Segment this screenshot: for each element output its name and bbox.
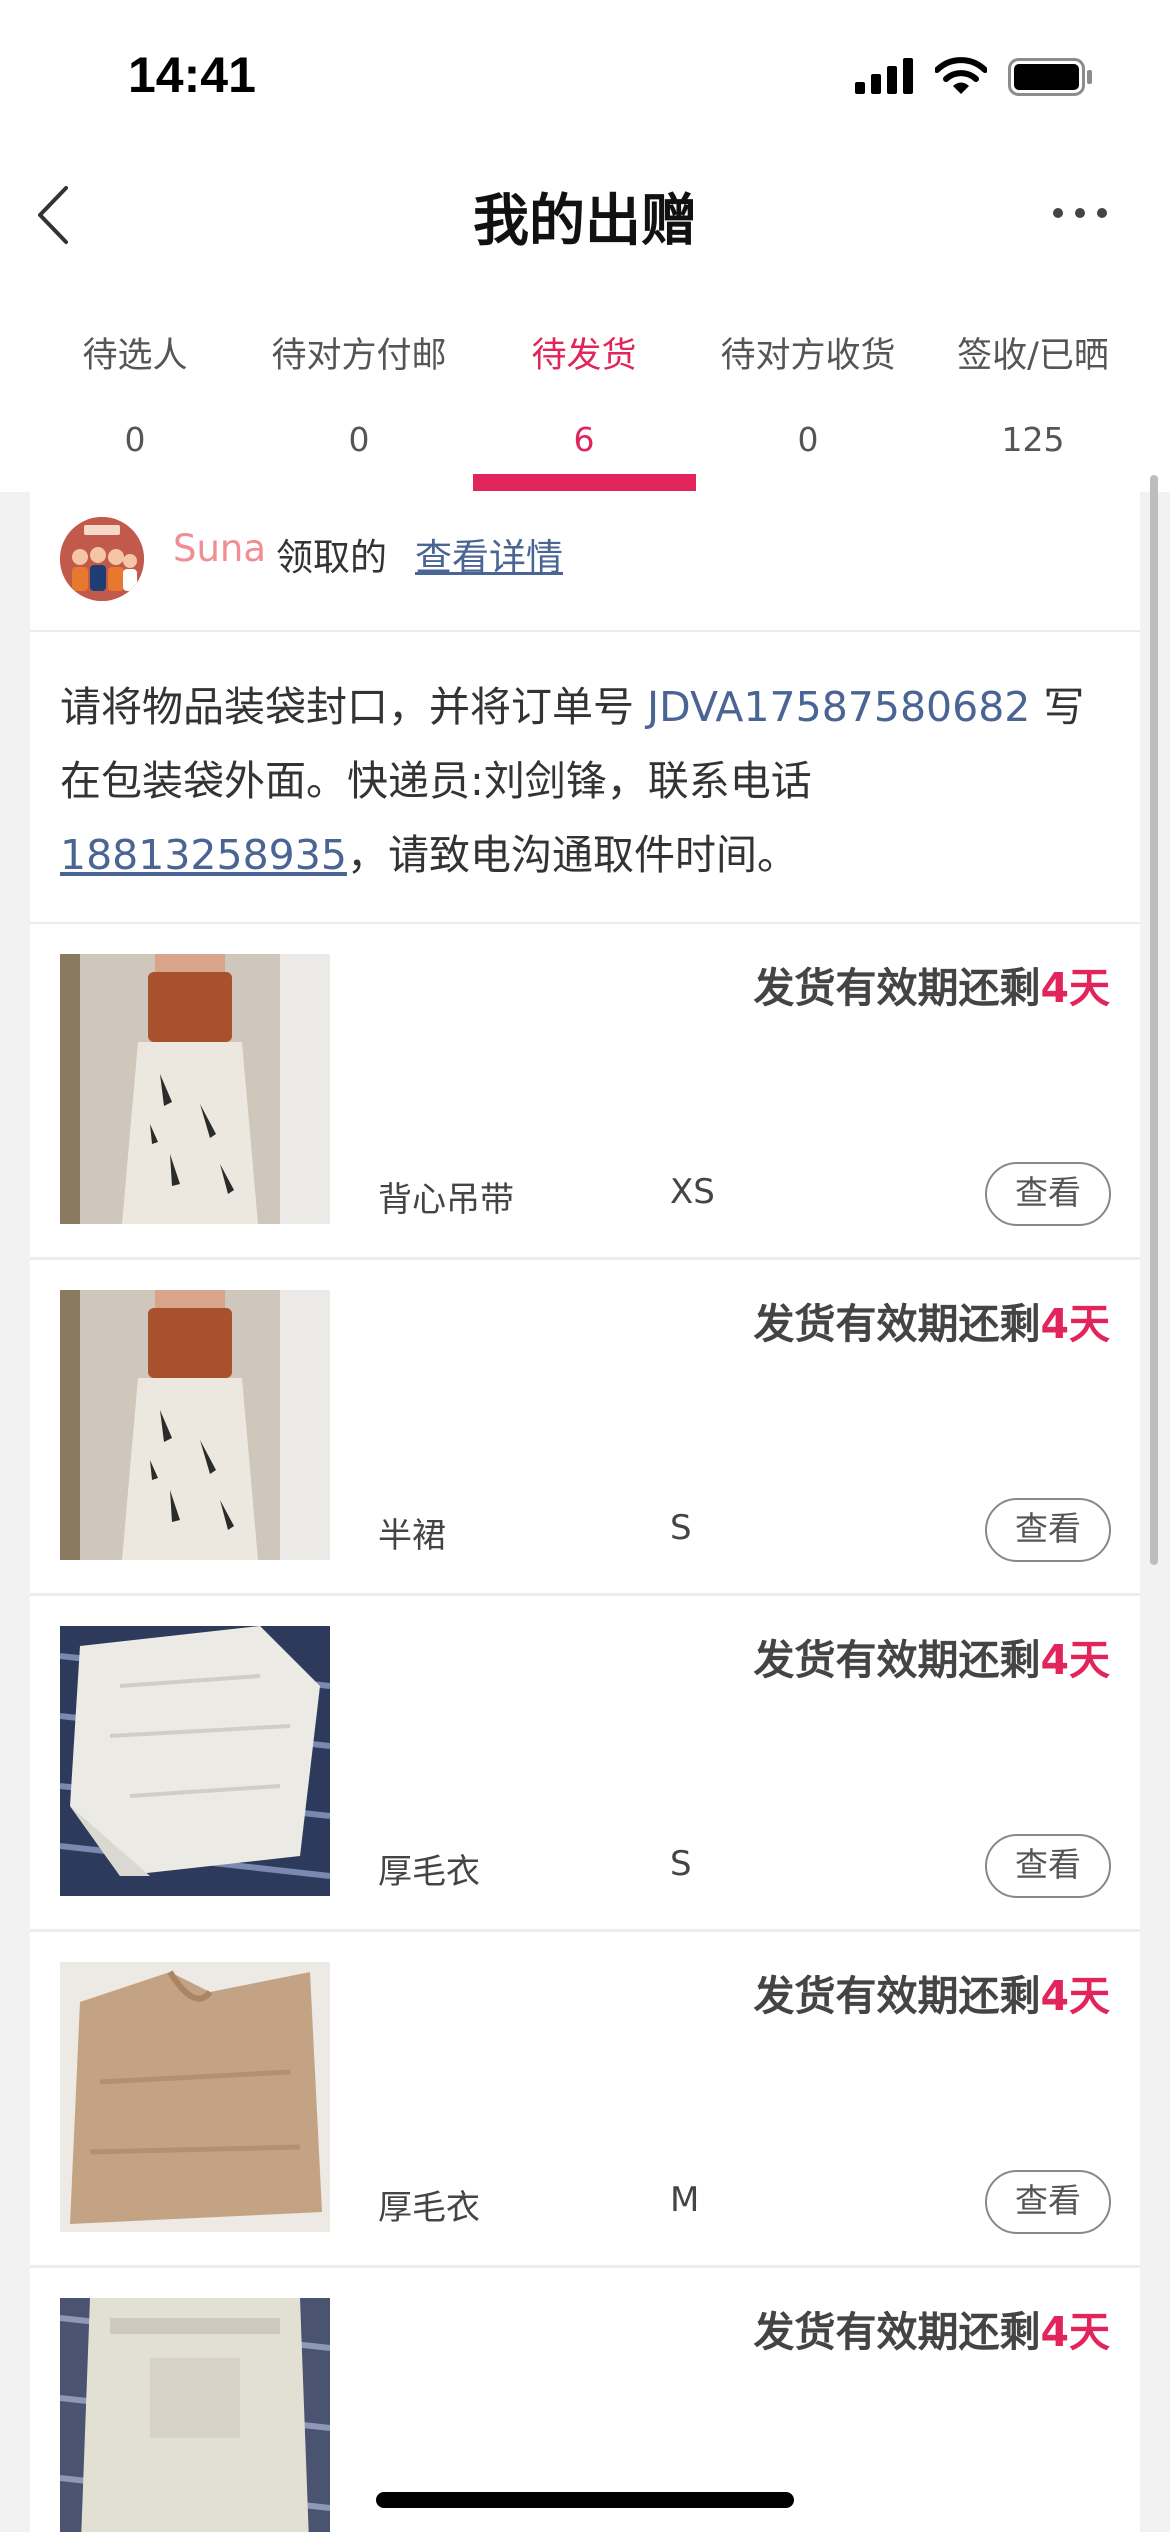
- tab-count: 0: [348, 420, 370, 459]
- item-size: M: [670, 2180, 700, 2220]
- tab-pending-select[interactable]: 待选人 0: [25, 328, 245, 468]
- list-item: 发货有效期还剩4天 半裙 S 查看: [30, 1260, 1140, 1596]
- shipping-deadline: 发货有效期还剩4天: [753, 1962, 1110, 2022]
- claimer-row: Suna 领取的 查看详情: [30, 492, 1140, 632]
- deadline-label: 发货有效期还剩: [753, 2308, 1041, 2356]
- home-indicator: [376, 2492, 794, 2508]
- active-tab-indicator: [473, 474, 696, 491]
- status-bar: 14:41: [0, 0, 1170, 150]
- item-photo[interactable]: [60, 954, 330, 1224]
- status-time: 14:41: [128, 47, 256, 103]
- deadline-label: 发货有效期还剩: [753, 1972, 1041, 2020]
- tab-received[interactable]: 签收/已晒 125: [923, 328, 1143, 468]
- claimer-suffix: 领取的: [276, 536, 387, 579]
- item-name: 厚毛衣: [378, 1852, 480, 1892]
- item-size: S: [670, 1844, 692, 1884]
- instruction-text: 请将物品装袋封口，并将订单号: [60, 683, 648, 731]
- tab-label: 待对方付邮: [271, 336, 447, 376]
- list-item: 发货有效期还剩4天 厚毛衣 S 查看: [30, 1596, 1140, 1932]
- scrollbar[interactable]: [1150, 475, 1158, 1565]
- tab-pending-postage[interactable]: 待对方付邮 0: [249, 328, 469, 468]
- tab-count: 0: [797, 420, 819, 459]
- more-icon[interactable]: [1050, 198, 1110, 228]
- list-item: 发货有效期还剩4天 背心吊带 XS 查看: [30, 924, 1140, 1260]
- tab-pending-shipment[interactable]: 待发货 6: [474, 328, 694, 468]
- item-name: 半裙: [378, 1516, 446, 1556]
- item-name: 背心吊带: [378, 1180, 514, 1220]
- shipping-instructions: 请将物品装袋封口，并将订单号 JDVA17587580682 写在包装袋外面。快…: [60, 670, 1110, 892]
- view-button[interactable]: 查看: [985, 1498, 1111, 1562]
- page-title: 我的出赠: [473, 189, 697, 254]
- order-panel: Suna 领取的 查看详情 请将物品装袋封口，并将订单号 JDVA1758758…: [30, 492, 1140, 2532]
- list-item: 发货有效期还剩4天 厚毛衣 M 查看: [30, 1932, 1140, 2268]
- tab-label: 签收/已晒: [957, 336, 1109, 376]
- item-photo[interactable]: [60, 2298, 330, 2532]
- deadline-days: 4天: [1040, 2308, 1110, 2356]
- deadline-label: 发货有效期还剩: [753, 1300, 1041, 1348]
- battery-icon: [1008, 58, 1092, 96]
- tab-label: 待发货: [531, 336, 637, 376]
- shipping-deadline: 发货有效期还剩4天: [753, 2298, 1110, 2358]
- shipping-deadline: 发货有效期还剩4天: [753, 1290, 1110, 1350]
- view-details-link[interactable]: 查看详情: [415, 527, 563, 581]
- item-photo[interactable]: [60, 1290, 330, 1560]
- item-photo[interactable]: [60, 1626, 330, 1896]
- instruction-text: ，请致电沟通取件时间。: [346, 831, 798, 879]
- deadline-label: 发货有效期还剩: [753, 1636, 1041, 1684]
- view-button[interactable]: 查看: [985, 1162, 1111, 1226]
- item-size: S: [670, 1508, 692, 1548]
- order-number: JDVA17587580682: [647, 683, 1031, 731]
- signal-icon: [855, 58, 913, 94]
- claimer-name: Suna: [173, 527, 267, 570]
- status-tabs: 待选人 0 待对方付邮 0 待发货 6 待对方收货 0 签收/已晒 125: [0, 300, 1170, 492]
- nav-bar: 我的出赠: [0, 150, 1170, 300]
- tab-pending-receipt[interactable]: 待对方收货 0: [698, 328, 918, 468]
- item-name: 厚毛衣: [378, 2188, 480, 2228]
- item-size: XS: [670, 1172, 715, 1212]
- tab-label: 待选人: [82, 336, 188, 376]
- courier-phone-link[interactable]: 18813258935: [60, 831, 347, 879]
- wifi-icon: [935, 57, 987, 94]
- view-button[interactable]: 查看: [985, 1834, 1111, 1898]
- deadline-label: 发货有效期还剩: [753, 964, 1041, 1012]
- tab-count: 0: [124, 420, 146, 459]
- shipping-deadline: 发货有效期还剩4天: [753, 1626, 1110, 1686]
- tab-count: 6: [573, 420, 595, 459]
- deadline-days: 4天: [1040, 1972, 1110, 2020]
- avatar[interactable]: [60, 517, 144, 601]
- item-photo[interactable]: [60, 1962, 330, 2232]
- shipping-deadline: 发货有效期还剩4天: [753, 954, 1110, 1014]
- deadline-days: 4天: [1040, 1300, 1110, 1348]
- deadline-days: 4天: [1040, 1636, 1110, 1684]
- tab-label: 待对方收货: [720, 336, 896, 376]
- view-button[interactable]: 查看: [985, 2170, 1111, 2234]
- tab-count: 125: [1001, 420, 1065, 459]
- deadline-days: 4天: [1040, 964, 1110, 1012]
